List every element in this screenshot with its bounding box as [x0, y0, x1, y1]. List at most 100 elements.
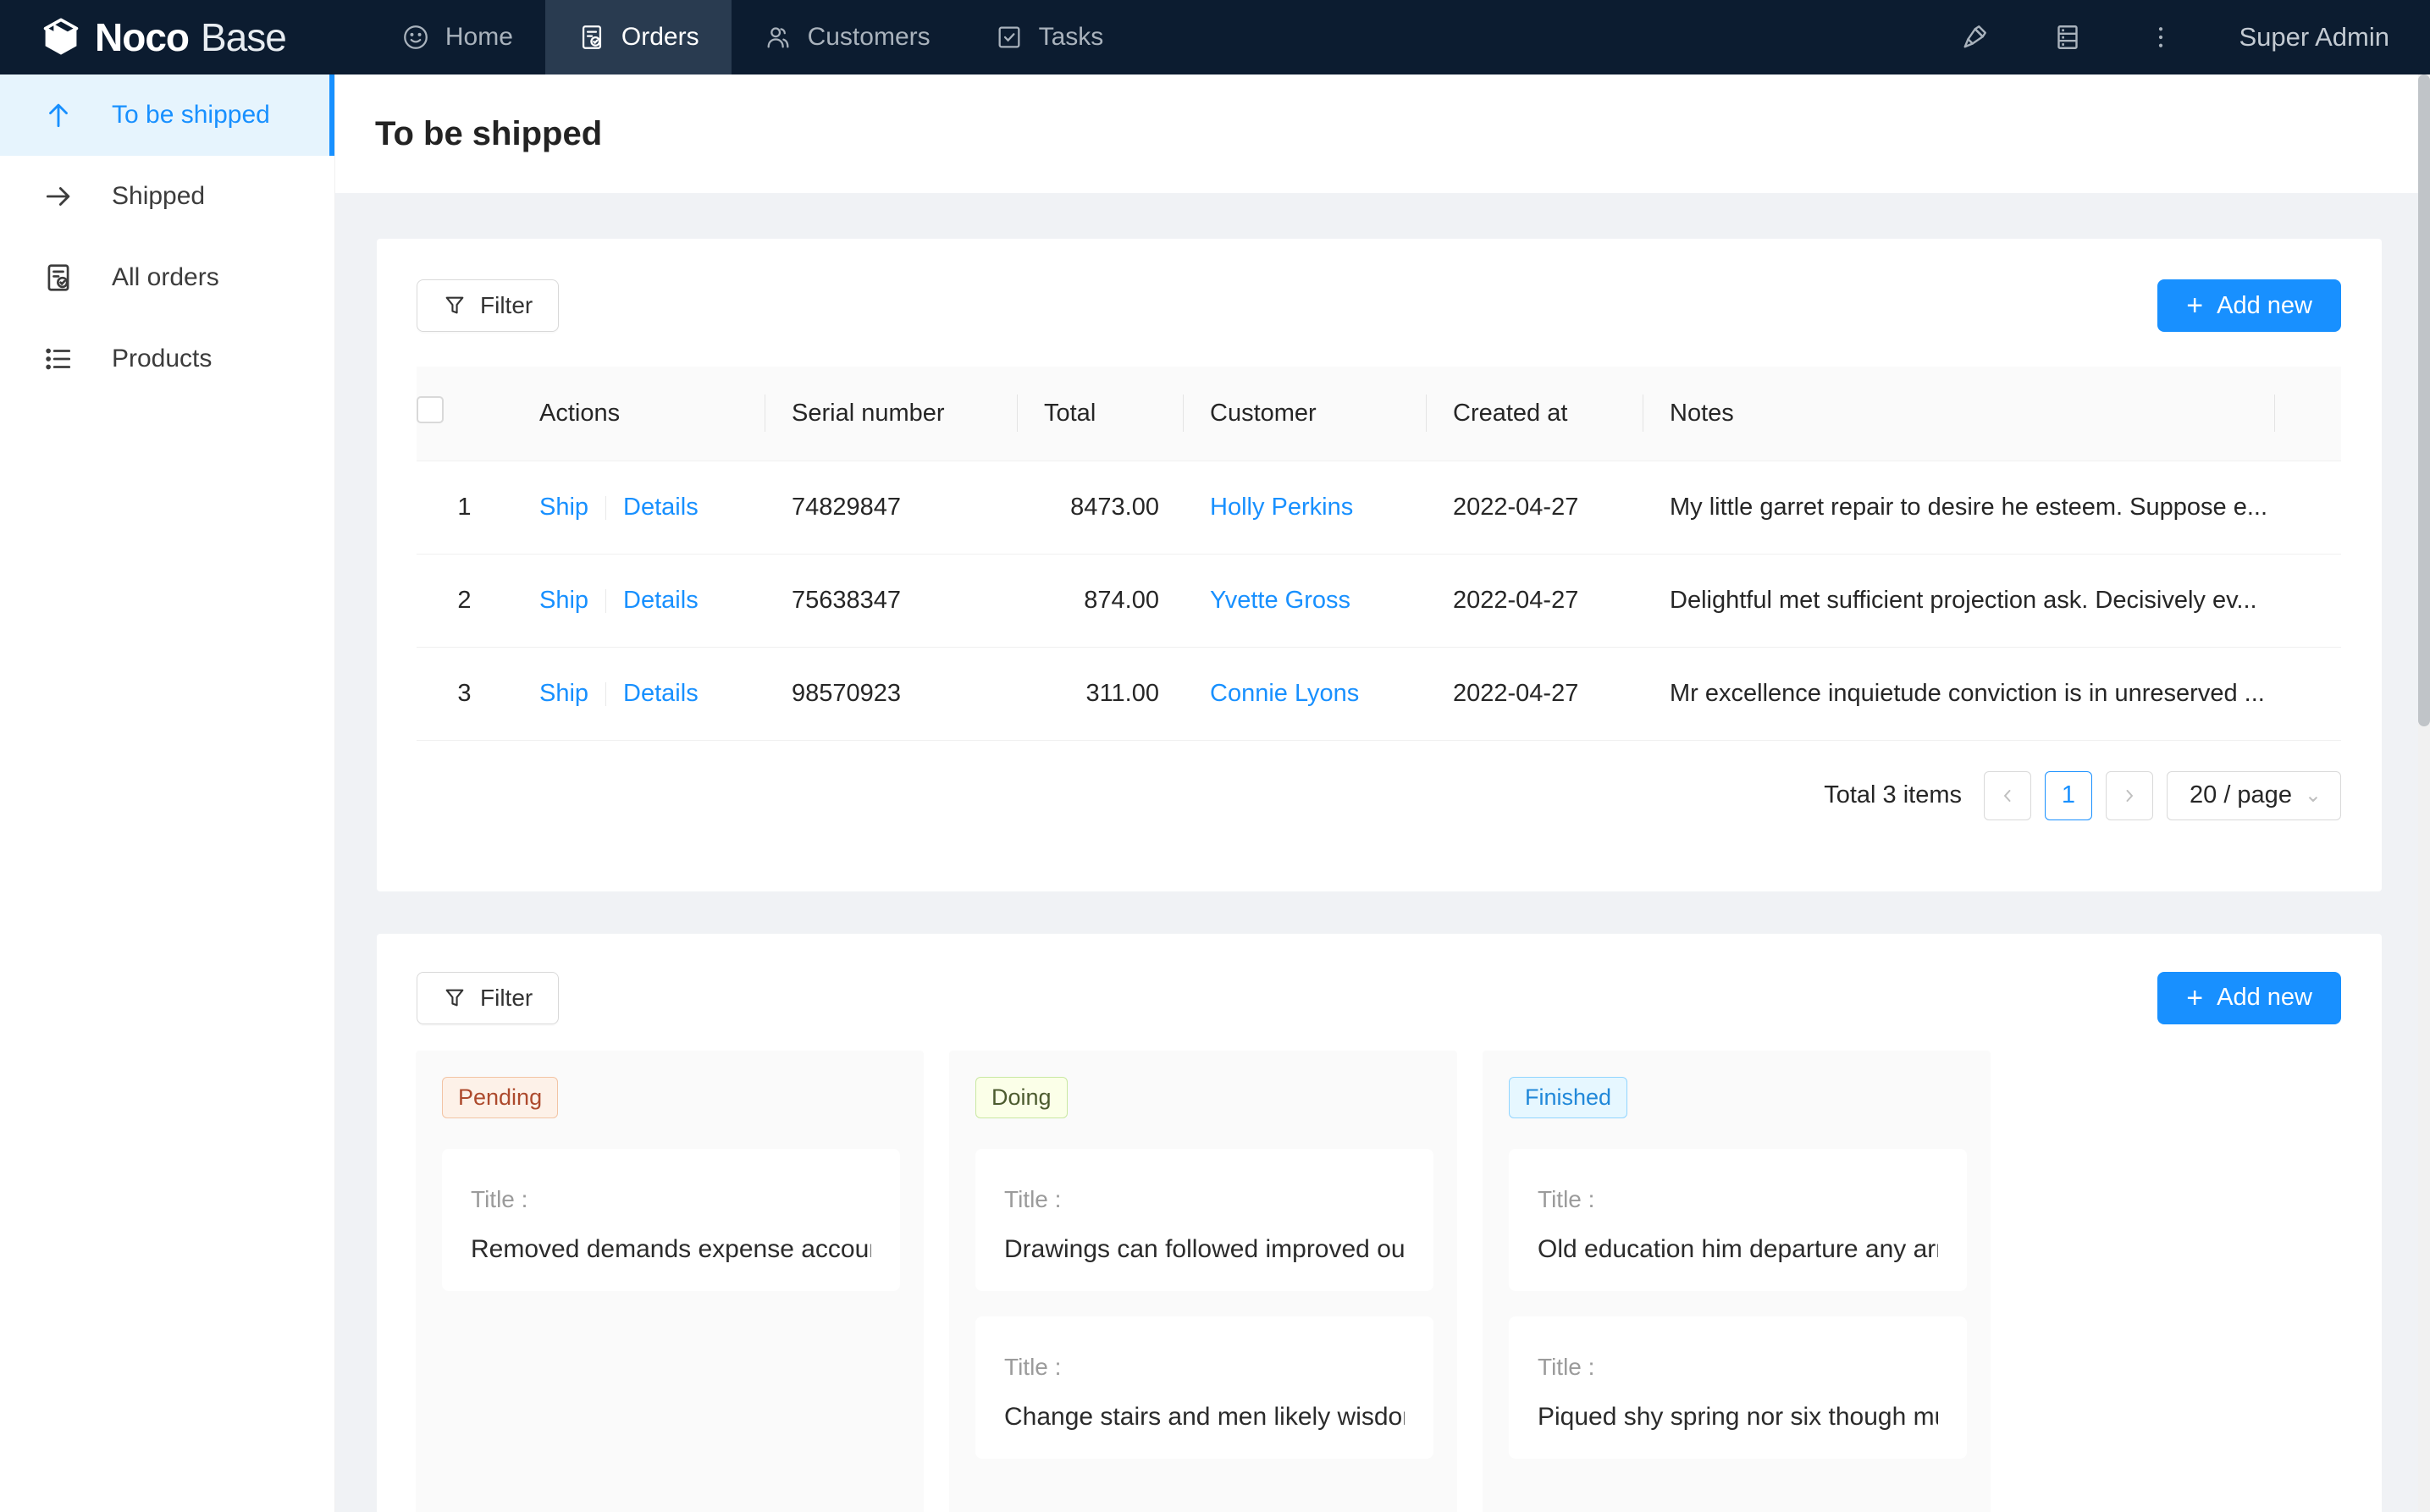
- tab-orders[interactable]: Orders: [545, 0, 732, 74]
- tab-tasks[interactable]: Tasks: [963, 0, 1136, 74]
- main-area: To be shipped Filter + Add new: [335, 74, 2430, 1512]
- people-icon: [764, 23, 793, 52]
- plus-icon: +: [2186, 291, 2203, 320]
- tab-home-label: Home: [445, 23, 513, 52]
- nocobase-logo[interactable]: NocoBase: [0, 0, 322, 74]
- customer-link[interactable]: Holly Perkins: [1210, 494, 1353, 521]
- tab-customers-label: Customers: [808, 23, 931, 52]
- total-cell: 8473.00: [1017, 461, 1183, 554]
- card-title: Piqued shy spring nor six though mut...: [1538, 1403, 1938, 1432]
- action-divider: [605, 682, 606, 706]
- notes-cell: My little garret repair to desire he est…: [1643, 461, 2274, 554]
- pagination-next-button[interactable]: [2106, 771, 2153, 820]
- filter-funnel-icon: [443, 294, 467, 317]
- navbar-actions: Super Admin: [1928, 0, 2430, 74]
- row-actions: Ship Details: [512, 554, 765, 647]
- filter-button-label: Filter: [480, 985, 533, 1012]
- sidebar-item-all-orders[interactable]: All orders: [0, 237, 334, 318]
- kanban-board: Pending Title : Removed demands expense …: [377, 1024, 2382, 1512]
- filter-button[interactable]: Filter: [417, 279, 559, 332]
- pagination-page-1[interactable]: 1: [2045, 771, 2092, 820]
- customer-link[interactable]: Yvette Gross: [1210, 587, 1350, 614]
- add-new-label: Add new: [2217, 984, 2312, 1012]
- ship-link[interactable]: Ship: [539, 680, 588, 707]
- card-field-label: Title :: [1004, 1354, 1405, 1381]
- kanban-card[interactable]: Title : Piqued shy spring nor six though…: [1509, 1316, 1967, 1459]
- tab-customers[interactable]: Customers: [732, 0, 963, 74]
- table-row: 1 ShipDetails 74829847 8473.00 Holly Per…: [417, 461, 2341, 554]
- column-header-notes: Notes: [1643, 367, 2274, 461]
- action-divider: [605, 496, 606, 520]
- pagination-total: Total 3 items: [1824, 781, 1962, 809]
- column-header-serial-number: Serial number: [765, 367, 1017, 461]
- sidebar-item-to-be-shipped[interactable]: To be shipped: [0, 74, 334, 156]
- details-link[interactable]: Details: [623, 494, 699, 521]
- vertical-scrollbar[interactable]: [2418, 74, 2430, 1512]
- notes-cell: Mr excellence inquietude conviction is i…: [1643, 647, 2274, 740]
- ui-editor-button[interactable]: [1928, 22, 2021, 52]
- cube-logo-icon: [39, 15, 83, 59]
- action-divider: [605, 589, 606, 613]
- pagination-prev-button[interactable]: [1984, 771, 2031, 820]
- row-index: 2: [417, 554, 512, 647]
- document-check-icon: [42, 262, 75, 294]
- kanban-card[interactable]: Title : Change stairs and men likely wis…: [975, 1316, 1433, 1459]
- list-icon: [42, 343, 75, 375]
- kanban-filter-button[interactable]: Filter: [417, 972, 559, 1024]
- add-new-button[interactable]: + Add new: [2157, 279, 2341, 332]
- customer-cell: Connie Lyons: [1183, 647, 1426, 740]
- tab-home[interactable]: Home: [369, 0, 545, 74]
- kebab-menu-icon: [2146, 22, 2176, 52]
- serial-number-cell: 98570923: [765, 647, 1017, 740]
- more-menu-button[interactable]: [2114, 22, 2207, 52]
- details-link[interactable]: Details: [623, 587, 699, 614]
- sidebar-item-shipped[interactable]: Shipped: [0, 156, 334, 237]
- row-actions: Ship Details: [512, 461, 765, 554]
- status-tag-doing: Doing: [975, 1077, 1068, 1118]
- plus-icon: +: [2186, 984, 2203, 1013]
- created-at-cell: 2022-04-27: [1426, 647, 1643, 740]
- kanban-card[interactable]: Title : Old education him departure any …: [1509, 1149, 1967, 1291]
- sidebar-item-products[interactable]: Products: [0, 318, 334, 400]
- page-size-select[interactable]: 20 / page ⌄: [2167, 771, 2341, 820]
- total-cell: 874.00: [1017, 554, 1183, 647]
- user-menu[interactable]: Super Admin: [2239, 22, 2390, 52]
- status-tag-pending: Pending: [442, 1077, 558, 1118]
- sidebar-item-label: Products: [112, 345, 212, 373]
- card-field-label: Title :: [1538, 1186, 1938, 1213]
- chevron-left-icon: [1997, 786, 2018, 806]
- details-link[interactable]: Details: [623, 680, 699, 707]
- document-check-icon: [577, 23, 606, 52]
- page-title: To be shipped: [375, 115, 602, 153]
- page-size-value: 20 / page: [2190, 781, 2292, 809]
- kanban-card[interactable]: Title : Drawings can followed improved o…: [975, 1149, 1433, 1291]
- collections-button[interactable]: [2021, 22, 2114, 52]
- chevron-down-icon: ⌄: [2305, 783, 2322, 808]
- add-new-label: Add new: [2217, 292, 2312, 320]
- kanban-column-pending: Pending Title : Removed demands expense …: [416, 1051, 924, 1512]
- ship-link[interactable]: Ship: [539, 494, 588, 521]
- kanban-add-new-button[interactable]: + Add new: [2157, 972, 2341, 1024]
- select-all-checkbox[interactable]: [417, 396, 444, 423]
- page-header: To be shipped: [335, 74, 2430, 193]
- kanban-card[interactable]: Title : Removed demands expense account …: [442, 1149, 900, 1291]
- pagination: Total 3 items 1 20 / page ⌄: [377, 771, 2341, 891]
- logo-text-bold: Noco: [95, 14, 189, 60]
- ship-link[interactable]: Ship: [539, 587, 588, 614]
- sidebar-item-label: All orders: [112, 263, 219, 292]
- customer-cell: Yvette Gross: [1183, 554, 1426, 647]
- customer-cell: Holly Perkins: [1183, 461, 1426, 554]
- card-title: Removed demands expense account i...: [471, 1235, 871, 1264]
- table-row: 2 ShipDetails 75638347 874.00 Yvette Gro…: [417, 554, 2341, 647]
- smiley-icon: [401, 23, 430, 52]
- tab-tasks-label: Tasks: [1039, 23, 1104, 52]
- highlighter-icon: [1959, 22, 1990, 52]
- scrollbar-thumb[interactable]: [2418, 74, 2430, 726]
- total-cell: 311.00: [1017, 647, 1183, 740]
- arrow-up-icon: [42, 99, 75, 131]
- row-actions: Ship Details: [512, 647, 765, 740]
- filter-button-label: Filter: [480, 292, 533, 319]
- checkbox-check-icon: [995, 23, 1024, 52]
- customer-link[interactable]: Connie Lyons: [1210, 680, 1359, 707]
- card-title: Drawings can followed improved out ...: [1004, 1235, 1405, 1264]
